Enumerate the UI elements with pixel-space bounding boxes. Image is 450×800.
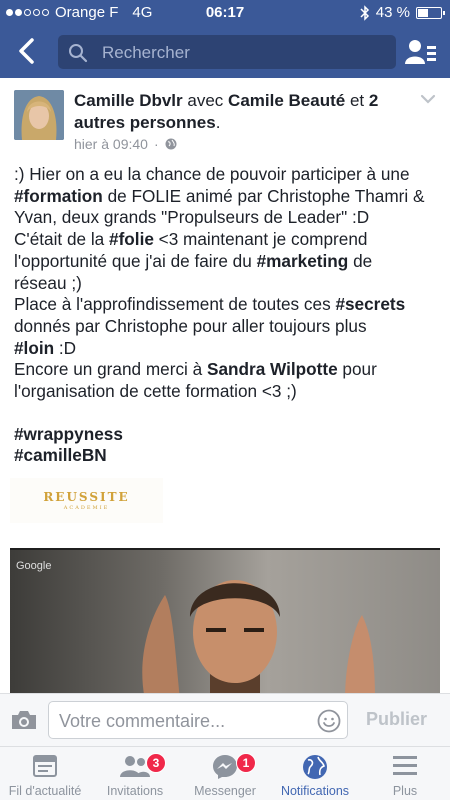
hashtag-link[interactable]: #wrappyness	[14, 424, 123, 444]
post-text-link[interactable]: #secrets	[335, 294, 405, 314]
post-text-line: Place à l'approfindissement de toutes ce…	[14, 294, 439, 316]
back-chevron-icon	[19, 38, 34, 64]
tab-label: Notifications	[280, 784, 350, 798]
post-text-line: :) Hier on a eu la chance de pouvoir par…	[14, 164, 439, 186]
timestamp[interactable]: hier à 09:40	[74, 136, 148, 152]
tab-notifications[interactable]: Notifications	[270, 747, 360, 800]
post-text-segment: :) Hier on a eu la chance de pouvoir par…	[14, 164, 410, 184]
tab-news-feed[interactable]: Fil d'actualité	[0, 747, 90, 800]
post-header: Camille Dbvlr avec Camile Beauté et 2 au…	[74, 90, 404, 134]
camera-icon	[12, 711, 36, 729]
logo-subtext: ACADEMIE	[63, 505, 110, 511]
news-feed-icon	[33, 755, 57, 777]
emoji-button[interactable]	[317, 709, 341, 738]
post-text-segment: pour	[337, 359, 377, 380]
comment-input[interactable]: Votre commentaire...	[48, 701, 348, 739]
friend-requests-icon	[405, 40, 436, 64]
logo-text: REUSSITE	[43, 490, 130, 504]
hashtag-link[interactable]: #camilleBN	[14, 445, 107, 465]
post-options-button[interactable]	[420, 92, 436, 104]
search-bar[interactable]: Rechercher	[58, 35, 396, 69]
globe-privacy-icon	[165, 138, 177, 150]
search-placeholder: Rechercher	[102, 43, 190, 62]
tab-invitations[interactable]: 3 Invitations	[90, 747, 180, 800]
battery-icon	[416, 6, 445, 19]
status-right: 43 %	[360, 4, 445, 21]
tab-label: Invitations	[106, 784, 164, 798]
post-text-line: donnés par Christophe pour aller toujour…	[14, 316, 439, 338]
post-meta: hier à 09:40 ·	[74, 136, 177, 152]
post-text: :) Hier on a eu la chance de pouvoir par…	[14, 164, 439, 467]
messenger-icon	[213, 755, 237, 779]
post-text-segment: donnés par Christophe pour aller toujour…	[14, 315, 367, 336]
post-text-line: réseau ;)	[14, 273, 439, 295]
post-text-line: Encore un grand merci à Sandra Wilpotte …	[14, 359, 439, 381]
chevron-down-icon	[420, 94, 436, 104]
avatar-image	[14, 90, 64, 140]
post-text-link[interactable]: #folie	[109, 229, 154, 249]
tagged-person-link[interactable]: Camile Beauté	[228, 91, 345, 110]
period-text: .	[215, 113, 221, 132]
globe-icon	[303, 755, 327, 779]
hashtag-list: #wrappyness #camilleBN	[14, 424, 439, 467]
invitations-badge: 3	[146, 753, 166, 773]
post-text-segment: <3 maintenant je comprend	[153, 229, 368, 250]
post-text-segment: l'organisation de cette formation <3 ;)	[14, 381, 297, 402]
post-text-segment: Encore un grand merci à	[14, 359, 207, 380]
post-text-segment: de	[348, 250, 373, 271]
search-icon	[69, 44, 88, 63]
post-text-segment: de FOLIE animé par Christophe Thamri &	[102, 185, 425, 206]
video-hand-right	[345, 615, 375, 698]
friend-requests-button[interactable]	[405, 38, 437, 66]
tab-label: Plus	[392, 784, 418, 798]
post-text-link[interactable]: Sandra Wilpotte	[207, 359, 338, 379]
video-source-label: Google	[16, 560, 52, 572]
tab-bar: Fil d'actualité 3 Invitations 1 Messenge…	[0, 746, 450, 800]
post-text-segment: Place à l'approfindissement de toutes ce…	[14, 294, 336, 315]
bluetooth-icon	[360, 4, 369, 21]
navigation-bar: Rechercher	[0, 26, 450, 78]
comment-placeholder: Votre commentaire...	[59, 711, 226, 731]
post-text-line: l'opportunité que j'ai de faire du #mark…	[14, 251, 439, 273]
publish-button[interactable]: Publier	[366, 709, 427, 730]
post-video[interactable]: Google	[10, 548, 440, 698]
tab-messenger[interactable]: 1 Messenger	[180, 747, 270, 800]
status-bar: Orange F 4G 06:17 43 %	[0, 0, 450, 26]
author-link[interactable]: Camille Dbvlr	[74, 91, 183, 110]
post-text-segment: :D	[54, 337, 77, 358]
camera-button[interactable]	[10, 708, 38, 737]
post-text-line: #loin :D	[14, 338, 439, 360]
battery-percent: 43 %	[375, 4, 410, 21]
post-text-link[interactable]: #formation	[14, 186, 103, 206]
tab-more[interactable]: Plus	[360, 747, 450, 800]
menu-icon	[393, 756, 417, 775]
post-text-segment: réseau ;)	[14, 272, 82, 293]
post-text-line: C'était de la #folie <3 maintenant je co…	[14, 229, 439, 251]
and-text: et	[349, 91, 365, 110]
post-text-line: #formation de FOLIE animé par Christophe…	[14, 186, 439, 208]
video-person-image	[190, 580, 280, 698]
avatar[interactable]	[14, 90, 64, 140]
post-text-segment: C'était de la	[14, 229, 110, 250]
post-text-segment: Yvan, deux grands "Propulseurs de Leader…	[14, 207, 370, 228]
post-photo-logo[interactable]: REUSSITE ACADEMIE	[10, 478, 163, 523]
post-text-segment: l'opportunité que j'ai de faire du	[14, 250, 257, 271]
post-text-lines: :) Hier on a eu la chance de pouvoir par…	[14, 164, 439, 403]
smiley-icon	[317, 709, 341, 733]
tab-label: Fil d'actualité	[8, 784, 82, 798]
meta-separator: ·	[153, 136, 159, 152]
comment-bar: Votre commentaire... Publier	[0, 693, 450, 746]
post-text-link[interactable]: #marketing	[257, 251, 349, 271]
back-button[interactable]	[14, 36, 42, 66]
post-text-line: l'organisation de cette formation <3 ;)	[14, 381, 439, 403]
post-text-link[interactable]: #loin	[14, 338, 54, 358]
tab-label: Messenger	[194, 784, 256, 798]
with-text: avec	[187, 91, 224, 110]
video-hand-left	[142, 595, 180, 698]
post-text-line: Yvan, deux grands "Propulseurs de Leader…	[14, 207, 439, 229]
messenger-badge: 1	[236, 753, 256, 773]
